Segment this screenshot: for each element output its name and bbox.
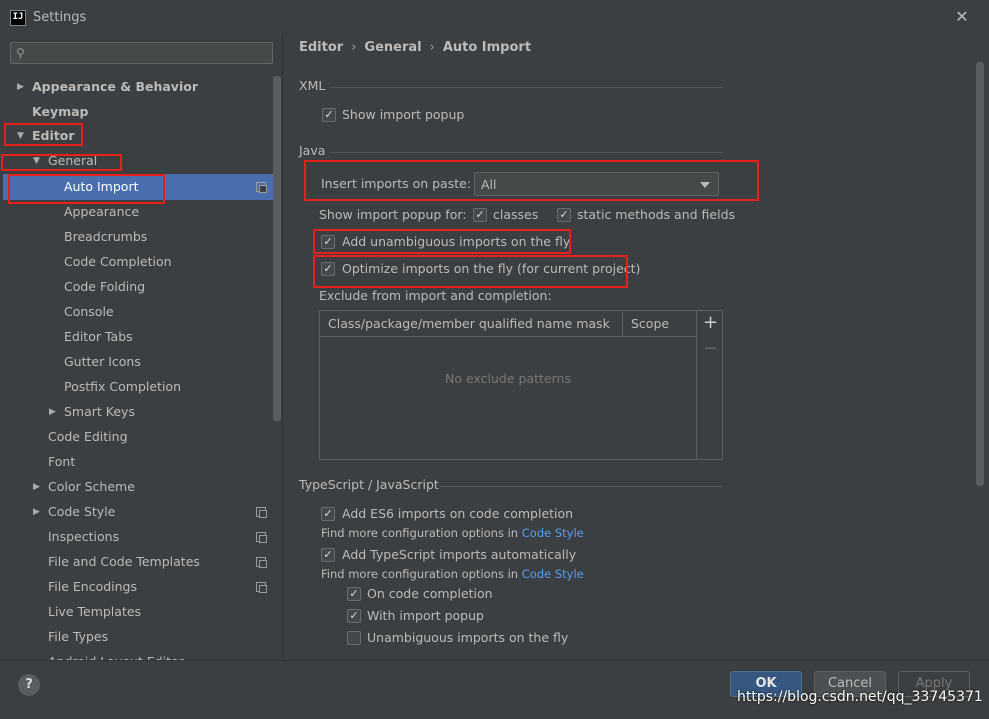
sidebar-item-file-types[interactable]: File Types: [48, 625, 108, 649]
annotation-box-auto-import: [8, 174, 165, 204]
sidebar-item-inspections[interactable]: Inspections: [48, 525, 119, 549]
java-section-title: Java: [299, 143, 326, 158]
sidebar-item-code-folding[interactable]: Code Folding: [64, 275, 145, 299]
sidebar-scrollbar[interactable]: [273, 76, 281, 421]
static-methods-label[interactable]: static methods and fields: [577, 207, 735, 222]
project-level-icon: [256, 182, 267, 193]
xml-section-title: XML: [299, 78, 326, 93]
annotation-box-insert-imports: [304, 160, 759, 201]
with-import-popup-label[interactable]: With import popup: [367, 608, 484, 623]
title-bar: [0, 0, 989, 36]
table-empty-text: No exclude patterns: [445, 371, 571, 386]
exclude-label: Exclude from import and completion:: [319, 288, 552, 303]
code-style-link[interactable]: Code Style: [522, 526, 584, 540]
breadcrumb: Editor › General › Auto Import: [299, 40, 531, 55]
sidebar-item-color-scheme[interactable]: Color Scheme: [48, 475, 135, 499]
sidebar-item-file-code-templates[interactable]: File and Code Templates: [48, 550, 200, 574]
expand-arrow-icon[interactable]: ▶: [17, 75, 27, 99]
sidebar-item-gutter-icons[interactable]: Gutter Icons: [64, 350, 141, 374]
settings-search-input[interactable]: ⚲: [10, 42, 273, 64]
breadcrumb-general[interactable]: General: [364, 40, 421, 55]
annotation-box-add-unambiguous: [313, 229, 571, 254]
sidebar-item-breadcrumbs[interactable]: Breadcrumbs: [64, 225, 147, 249]
add-typescript-checkbox[interactable]: ✓: [321, 548, 335, 562]
annotation-box-editor: [4, 123, 83, 146]
section-divider: [330, 87, 723, 88]
with-import-popup-checkbox[interactable]: ✓: [347, 609, 361, 623]
window-title: Settings: [33, 10, 87, 25]
static-methods-checkbox[interactable]: ✓: [557, 208, 571, 222]
project-level-icon: [256, 582, 267, 593]
sidebar-item-live-templates[interactable]: Live Templates: [48, 600, 141, 624]
find-more-prefix: Find more configuration options in: [321, 567, 519, 581]
find-more-text: Find more configuration options in Code …: [321, 526, 584, 540]
content-scrollbar[interactable]: [976, 62, 984, 486]
annotation-box-optimize-imports: [313, 255, 628, 288]
column-header-mask[interactable]: Class/package/member qualified name mask: [328, 316, 610, 331]
section-divider: [330, 152, 723, 153]
sidebar-item-code-completion[interactable]: Code Completion: [64, 250, 172, 274]
sidebar-item-code-style[interactable]: Code Style: [48, 500, 115, 524]
xml-show-import-popup-label[interactable]: Show import popup: [342, 107, 464, 122]
sidebar-item-editor-tabs[interactable]: Editor Tabs: [64, 325, 133, 349]
typescript-section-title: TypeScript / JavaScript: [299, 477, 439, 492]
xml-show-import-popup-checkbox[interactable]: ✓: [322, 108, 336, 122]
sidebar-item-code-editing[interactable]: Code Editing: [48, 425, 128, 449]
sidebar-item-smart-keys[interactable]: Smart Keys: [64, 400, 135, 424]
section-divider: [440, 486, 723, 487]
show-popup-for-label: Show import popup for:: [319, 207, 467, 222]
watermark-text: https://blog.csdn.net/qq_33745371: [737, 689, 983, 705]
classes-checkbox[interactable]: ✓: [473, 208, 487, 222]
project-level-icon: [256, 507, 267, 518]
remove-icon[interactable]: −: [703, 338, 718, 359]
sidebar-item-console[interactable]: Console: [64, 300, 114, 324]
breadcrumb-separator: ›: [351, 40, 357, 55]
add-es6-label[interactable]: Add ES6 imports on code completion: [342, 506, 573, 521]
sidebar-item-keymap[interactable]: Keymap: [32, 100, 89, 124]
code-style-link[interactable]: Code Style: [522, 567, 584, 581]
add-icon[interactable]: +: [703, 312, 718, 333]
on-code-completion-label[interactable]: On code completion: [367, 586, 493, 601]
breadcrumb-editor[interactable]: Editor: [299, 40, 343, 55]
add-es6-checkbox[interactable]: ✓: [321, 507, 335, 521]
breadcrumb-auto-import: Auto Import: [442, 40, 532, 55]
sidebar-item-appearance-behavior[interactable]: Appearance & Behavior: [32, 75, 198, 99]
project-level-icon: [256, 532, 267, 543]
sidebar-item-font[interactable]: Font: [48, 450, 75, 474]
project-level-icon: [256, 557, 267, 568]
on-code-completion-checkbox[interactable]: ✓: [347, 587, 361, 601]
breadcrumb-separator: ›: [429, 40, 435, 55]
unambiguous-imports-checkbox[interactable]: [347, 631, 361, 645]
column-divider: [622, 311, 623, 336]
table-toolbar: + −: [696, 311, 723, 459]
table-header: Class/package/member qualified name mask…: [320, 311, 696, 337]
add-typescript-label[interactable]: Add TypeScript imports automatically: [342, 547, 576, 562]
intellij-app-icon: IJ: [10, 10, 26, 26]
classes-label[interactable]: classes: [493, 207, 538, 222]
expand-arrow-icon[interactable]: ▶: [33, 500, 43, 524]
annotation-box-general: [1, 154, 122, 171]
find-more-prefix: Find more configuration options in: [321, 526, 519, 540]
exclude-patterns-table[interactable]: Class/package/member qualified name mask…: [319, 310, 723, 460]
sidebar-item-file-encodings[interactable]: File Encodings: [48, 575, 137, 599]
unambiguous-imports-label[interactable]: Unambiguous imports on the fly: [367, 630, 568, 645]
search-icon: ⚲: [16, 46, 25, 60]
close-icon[interactable]: ✕: [953, 8, 971, 26]
sidebar-item-postfix-completion[interactable]: Postfix Completion: [64, 375, 181, 399]
find-more-text: Find more configuration options in Code …: [321, 567, 584, 581]
help-icon[interactable]: ?: [18, 674, 40, 696]
expand-arrow-icon[interactable]: ▶: [33, 475, 43, 499]
expand-arrow-icon[interactable]: ▶: [49, 400, 59, 424]
column-header-scope[interactable]: Scope: [631, 316, 669, 331]
sidebar-item-android-layout-editor[interactable]: Android Layout Editor: [48, 650, 184, 660]
